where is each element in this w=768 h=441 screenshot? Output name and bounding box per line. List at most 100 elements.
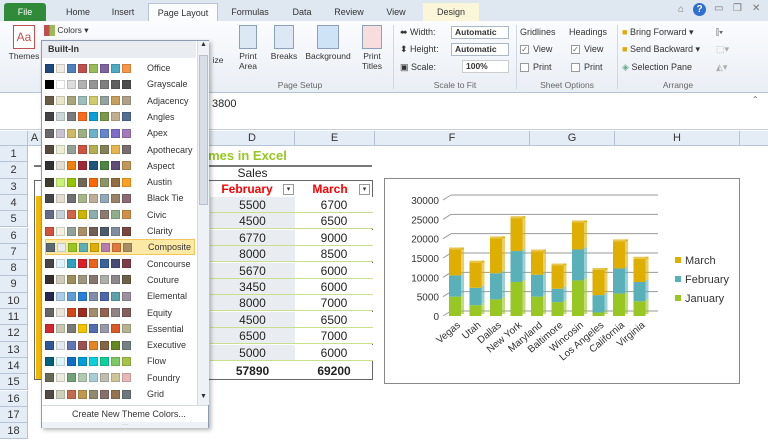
breaks-button[interactable]: Breaks bbox=[268, 25, 300, 61]
table-cell[interactable]: 8000 bbox=[210, 295, 295, 312]
scale-spinner[interactable]: 100% bbox=[462, 60, 509, 73]
theme-item[interactable]: Clarity bbox=[45, 223, 195, 239]
theme-item[interactable]: Apex bbox=[45, 125, 195, 141]
print-titles-button[interactable]: Print Titles bbox=[356, 25, 388, 71]
row-header[interactable]: 17 bbox=[0, 406, 28, 424]
print-area-button[interactable]: Print Area bbox=[232, 25, 264, 71]
row-header[interactable]: 2 bbox=[0, 162, 28, 179]
row-header[interactable]: 15 bbox=[0, 374, 28, 391]
table-cell[interactable]: 8500 bbox=[295, 246, 373, 263]
theme-item[interactable]: Office bbox=[45, 60, 195, 76]
theme-item[interactable]: Executive bbox=[45, 337, 195, 353]
close-window-icon[interactable]: ✕ bbox=[752, 3, 760, 14]
theme-item[interactable]: Aspect bbox=[45, 158, 195, 174]
column-header-f[interactable]: F bbox=[375, 131, 530, 146]
theme-item[interactable]: Black Tie bbox=[45, 190, 195, 206]
row-header[interactable]: 1 bbox=[0, 146, 28, 163]
tab-page-layout[interactable]: Page Layout bbox=[148, 3, 218, 21]
theme-item[interactable]: Civic bbox=[45, 207, 195, 223]
row-header[interactable]: 7 bbox=[0, 243, 28, 261]
column-header-a[interactable]: A bbox=[28, 131, 42, 146]
align-icon[interactable]: ⫿▾ bbox=[716, 27, 723, 38]
theme-item[interactable]: Austin bbox=[45, 174, 195, 190]
theme-item[interactable]: Concourse bbox=[45, 256, 195, 272]
row-header[interactable]: 10 bbox=[0, 292, 28, 309]
theme-item[interactable]: Equity bbox=[45, 305, 195, 321]
theme-item[interactable]: Foundry bbox=[45, 370, 195, 386]
table-cell[interactable]: 5670 bbox=[210, 262, 295, 279]
table-cell[interactable]: 4500 bbox=[210, 213, 295, 230]
march-total[interactable]: 69200 bbox=[295, 363, 373, 379]
theme-item[interactable]: Composite bbox=[45, 239, 195, 256]
row-header[interactable]: 11 bbox=[0, 309, 28, 326]
size-label[interactable]: ize bbox=[208, 55, 228, 65]
theme-item[interactable]: Apothecary bbox=[45, 142, 195, 158]
minimize-window-icon[interactable]: ▭ bbox=[714, 3, 723, 14]
scroll-thumb[interactable] bbox=[199, 55, 208, 205]
table-cell[interactable]: 8000 bbox=[210, 246, 295, 263]
background-button[interactable]: Background bbox=[300, 25, 356, 61]
bring-forward-button[interactable]: ■ Bring Forward ▾ bbox=[622, 27, 694, 38]
selection-pane-button[interactable]: ◈ Selection Pane bbox=[622, 62, 692, 73]
february-header[interactable]: February bbox=[210, 181, 284, 197]
row-header[interactable]: 18 bbox=[0, 423, 28, 440]
resize-handle[interactable]: ···· bbox=[42, 422, 208, 428]
theme-item[interactable]: Grid bbox=[45, 386, 195, 402]
table-cell[interactable]: 5500 bbox=[210, 197, 295, 213]
tab-home[interactable]: Home bbox=[58, 3, 98, 21]
help-icon[interactable]: ? bbox=[693, 3, 706, 16]
table-cell[interactable]: 6500 bbox=[210, 328, 295, 345]
tab-formulas[interactable]: Formulas bbox=[222, 3, 278, 21]
width-select[interactable]: Automatic bbox=[451, 26, 509, 39]
theme-item[interactable]: Flow bbox=[45, 353, 195, 369]
table-cell[interactable]: 5000 bbox=[210, 344, 295, 361]
themes-button[interactable]: Aa Themes bbox=[6, 25, 42, 61]
headings-view-checkbox[interactable]: ✓ View bbox=[571, 44, 603, 55]
create-new-theme-colors[interactable]: Create New Theme Colors... bbox=[72, 409, 186, 419]
tab-design[interactable]: Design bbox=[423, 3, 479, 21]
row-header[interactable]: 14 bbox=[0, 357, 28, 375]
column-header-d[interactable]: D bbox=[210, 131, 295, 146]
scroll-down-icon[interactable]: ▼ bbox=[198, 393, 209, 405]
sales-header[interactable]: Sales bbox=[210, 165, 295, 181]
restore-window-icon[interactable]: ❐ bbox=[733, 3, 742, 14]
theme-item[interactable]: Elemental bbox=[45, 288, 195, 304]
theme-item[interactable]: Essential bbox=[45, 321, 195, 337]
table-cell[interactable]: 9000 bbox=[295, 229, 373, 246]
table-cell[interactable]: 7000 bbox=[295, 328, 373, 345]
row-header[interactable]: 3 bbox=[0, 178, 28, 195]
group-icon[interactable]: ⬚▾ bbox=[716, 44, 729, 55]
table-cell[interactable]: 6500 bbox=[295, 213, 373, 230]
table-cell[interactable]: 4500 bbox=[210, 311, 295, 328]
tab-review[interactable]: Review bbox=[326, 3, 372, 21]
march-header[interactable]: March bbox=[300, 181, 360, 197]
table-cell[interactable]: 6770 bbox=[210, 229, 295, 246]
table-cell[interactable]: 6000 bbox=[295, 344, 373, 361]
tab-data[interactable]: Data bbox=[282, 3, 322, 21]
row-header[interactable]: 5 bbox=[0, 211, 28, 228]
column-header-g[interactable]: G bbox=[530, 131, 615, 146]
formula-bar-collapse-icon[interactable]: ⌃ bbox=[752, 95, 759, 104]
table-cell[interactable]: 6000 bbox=[295, 279, 373, 295]
minimize-ribbon-icon[interactable]: ⌂ bbox=[678, 4, 684, 15]
row-header[interactable]: 8 bbox=[0, 260, 28, 277]
tab-file[interactable]: File bbox=[4, 3, 46, 21]
rotate-icon[interactable]: ◭▾ bbox=[716, 62, 727, 73]
row-header[interactable]: 9 bbox=[0, 276, 28, 293]
send-backward-button[interactable]: ■ Send Backward ▾ bbox=[622, 44, 700, 55]
tab-insert[interactable]: Insert bbox=[103, 3, 143, 21]
tab-view[interactable]: View bbox=[376, 3, 416, 21]
theme-item[interactable]: Grayscale bbox=[45, 76, 195, 92]
gridlines-view-checkbox[interactable]: ✓ View bbox=[520, 44, 552, 55]
stacked-column-chart[interactable]: 0 5000 10000 15000 20000 25000 30000 Vegas Utah D… bbox=[384, 178, 740, 384]
row-header[interactable]: 16 bbox=[0, 390, 28, 407]
february-filter-button[interactable]: ▾ bbox=[283, 184, 294, 195]
march-filter-button[interactable]: ▾ bbox=[359, 184, 370, 195]
column-header-e[interactable]: E bbox=[295, 131, 375, 146]
theme-item[interactable]: Adjacency bbox=[45, 93, 195, 109]
gridlines-print-checkbox[interactable]: Print bbox=[520, 62, 552, 73]
row-header[interactable]: 4 bbox=[0, 194, 28, 212]
select-all[interactable] bbox=[0, 131, 28, 146]
row-header[interactable]: 13 bbox=[0, 341, 28, 358]
table-cell[interactable]: 7000 bbox=[295, 295, 373, 312]
